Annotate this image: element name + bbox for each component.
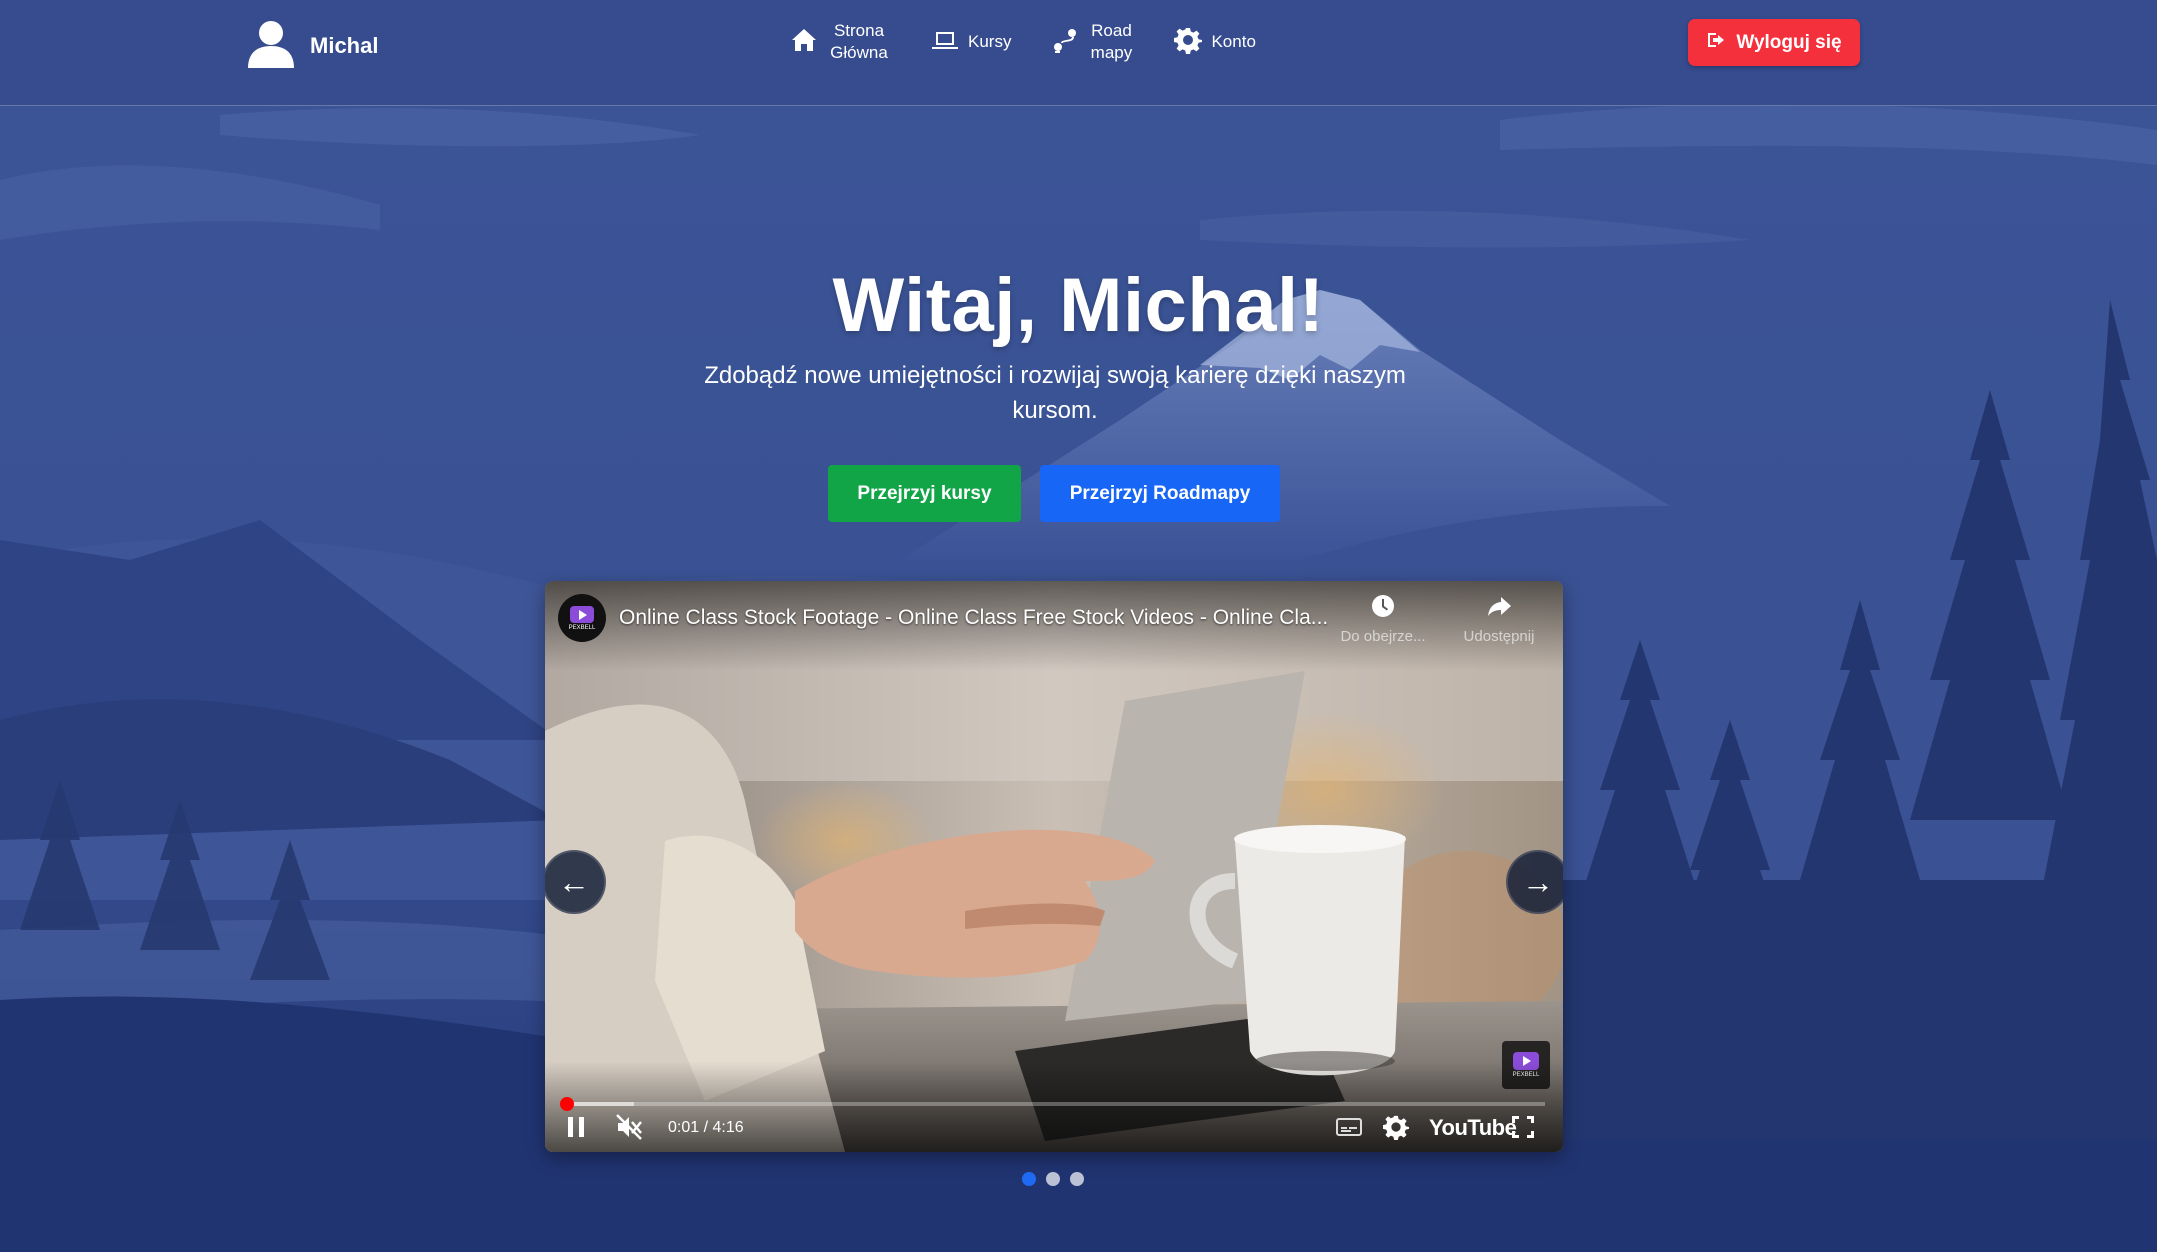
fullscreen-icon [1510, 1114, 1536, 1145]
nav-item-account[interactable]: Konto [1174, 26, 1256, 59]
clock-icon [1370, 595, 1396, 623]
settings-gear-icon [1383, 1114, 1409, 1145]
carousel-next-button[interactable]: → [1506, 850, 1563, 914]
progress-scrubber[interactable] [559, 1097, 574, 1111]
nav-label-account: Konto [1211, 32, 1256, 51]
gear-icon [1174, 26, 1203, 59]
watch-later-label: Do obejrze... [1340, 628, 1426, 645]
carousel-prev-button[interactable]: ← [545, 850, 606, 914]
video-bottom-overlay [545, 1061, 1563, 1152]
mute-button[interactable] [615, 1113, 643, 1146]
carousel-indicators [1022, 1172, 1084, 1186]
hero-subtitle: Zdobądź nowe umiejętności i rozwijaj swo… [704, 362, 1406, 424]
user-name: Michal [310, 32, 379, 58]
fullscreen-button[interactable] [1510, 1114, 1536, 1144]
logout-label: Wyloguj się [1736, 31, 1842, 53]
nav-label-roadmaps: Road mapy [1090, 21, 1133, 62]
home-icon [790, 26, 818, 59]
video-title[interactable]: Online Class Stock Footage - Online Clas… [619, 606, 1339, 630]
video-player[interactable]: PEXBELL Online Class Stock Footage - Onl… [545, 581, 1563, 1152]
share-button[interactable]: Udostępnij [1449, 593, 1549, 645]
hero-title: Witaj, Michal! [832, 263, 1325, 348]
browse-roadmaps-button[interactable]: Przejrzyj Roadmapy [1040, 465, 1280, 522]
watch-later-button[interactable]: Do obejrze... [1333, 593, 1433, 645]
user-profile[interactable]: Michal [246, 18, 378, 73]
carousel-dot[interactable] [1046, 1172, 1060, 1186]
play-logo-icon [570, 605, 594, 623]
nav-item-roadmaps[interactable]: Road mapy [1051, 20, 1134, 64]
logout-button[interactable]: Wyloguj się [1688, 19, 1860, 66]
nav-item-courses[interactable]: Kursy [931, 26, 1011, 59]
youtube-logo[interactable]: YouTube [1429, 1115, 1517, 1141]
progress-bar[interactable] [559, 1097, 1545, 1111]
carousel-dot[interactable] [1070, 1172, 1084, 1186]
channel-avatar[interactable]: PEXBELL [558, 594, 606, 642]
nav-label-courses: Kursy [968, 32, 1012, 51]
top-navbar: Michal Strona Główna Kursy Road mapy Kon… [0, 0, 2157, 106]
channel-badge: PEXBELL [568, 624, 596, 631]
nav-label-home: Strona Główna [830, 21, 888, 62]
browse-courses-button[interactable]: Przejrzyj kursy [828, 465, 1021, 522]
pause-icon [565, 1115, 587, 1144]
share-icon [1486, 597, 1512, 623]
main-nav: Strona Główna Kursy Road mapy Konto [790, 18, 1296, 66]
settings-button[interactable] [1383, 1114, 1409, 1144]
time-display: 0:01 / 4:16 [668, 1119, 744, 1136]
logout-icon [1706, 30, 1726, 56]
muted-speaker-icon [615, 1113, 643, 1146]
nav-item-home[interactable]: Strona Główna [790, 20, 891, 64]
carousel-dot[interactable] [1022, 1172, 1036, 1186]
share-label: Udostępnij [1463, 628, 1535, 645]
user-icon [246, 18, 296, 73]
laptop-icon [931, 26, 959, 59]
pause-button[interactable] [565, 1114, 587, 1144]
subtitles-icon [1335, 1116, 1363, 1143]
subtitles-button[interactable] [1335, 1114, 1363, 1144]
route-icon [1051, 26, 1079, 59]
